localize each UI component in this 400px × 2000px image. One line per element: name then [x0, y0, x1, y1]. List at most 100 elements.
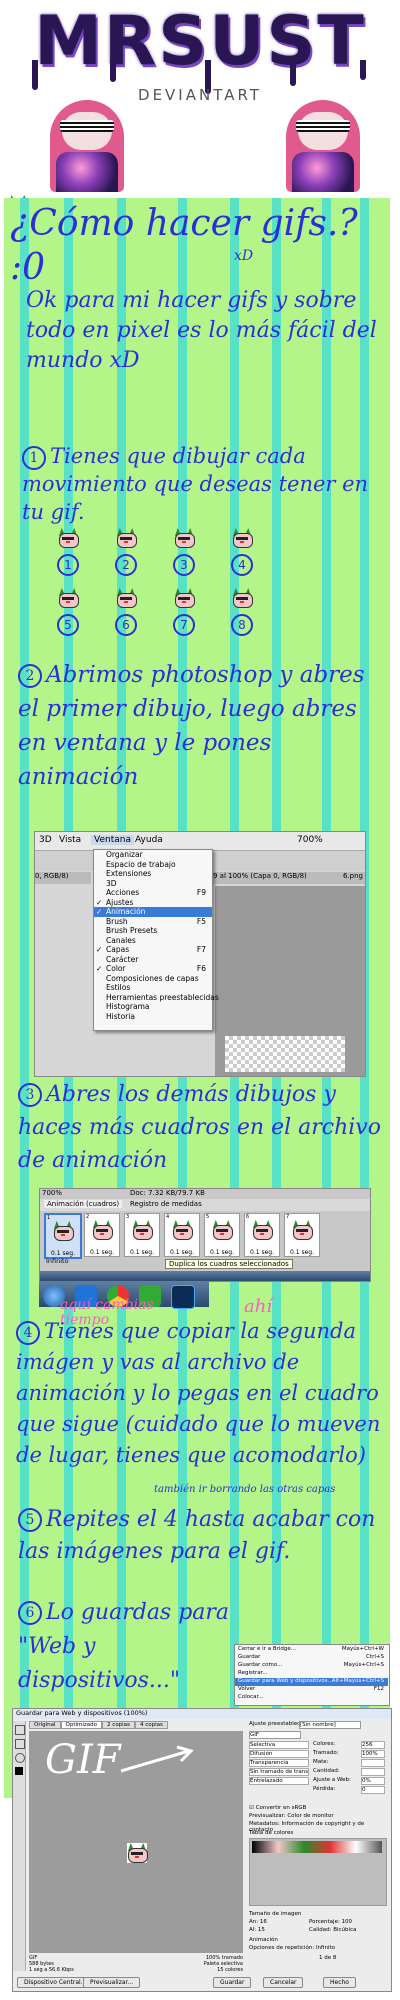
- cat-sprite-icon: [174, 588, 195, 608]
- file-menu-item[interactable]: Registrar...: [235, 1670, 388, 1678]
- tab-animacion[interactable]: Animación (cuadros): [44, 1200, 123, 1208]
- menu-3d[interactable]: 3D: [39, 835, 52, 845]
- menu-item[interactable]: Organizar: [94, 850, 212, 860]
- option-label: Pérdida:: [313, 1786, 336, 1792]
- preset-select[interactable]: [Sin nombre]: [299, 1721, 361, 1729]
- frame-number: 8: [231, 614, 253, 636]
- menu-item[interactable]: ✓ Color F6: [94, 964, 212, 974]
- animation-frame[interactable]: 2 0.1 seg.: [84, 1213, 120, 1257]
- dialog-button[interactable]: Dispositivo Central...: [17, 1977, 94, 1988]
- menu-item-label: Capas: [106, 945, 130, 954]
- file-menu-item[interactable]: Guardar como... Mayús+Ctrl+S: [235, 1662, 388, 1670]
- zoom-tool-icon[interactable]: [15, 1753, 25, 1763]
- animation-frame[interactable]: 3 0.1 seg.: [124, 1213, 160, 1257]
- frame-delay[interactable]: 0.1 seg.: [46, 1250, 80, 1257]
- option-input[interactable]: 100%: [361, 1750, 385, 1758]
- frame-delay[interactable]: 0.1 seg.: [125, 1249, 159, 1256]
- animation-frame[interactable]: 4 0.1 seg.: [164, 1213, 200, 1257]
- dialog-tab[interactable]: 2 copias: [102, 1721, 135, 1729]
- eyedropper-color-icon[interactable]: [15, 1767, 23, 1775]
- menu-item-label: Carácter: [106, 954, 139, 964]
- dialog-button[interactable]: Guardar: [213, 1977, 252, 1988]
- file-menu-item[interactable]: Guardar para Web y dispositivos... Alt+Ma…: [235, 1678, 388, 1686]
- doc-tab-right[interactable]: 9 al 100% (Capa 0, RGB/8) 6.png: [213, 872, 365, 884]
- width-row: An: 16: [249, 1919, 267, 1925]
- frame-delay[interactable]: 0.1 seg.: [285, 1249, 319, 1256]
- percent-input[interactable]: 100: [342, 1919, 353, 1925]
- hand-tool-icon[interactable]: [15, 1725, 25, 1735]
- menu-item[interactable]: Estilos: [94, 983, 212, 993]
- loop-select[interactable]: Infinito: [46, 1257, 69, 1265]
- option-input[interactable]: 0%: [361, 1777, 385, 1785]
- menu-item[interactable]: ✓ Animación: [94, 907, 212, 917]
- photoshop-icon[interactable]: [171, 1285, 195, 1309]
- option-input[interactable]: 256: [361, 1741, 385, 1749]
- menu-item[interactable]: ✓ Ajustes: [94, 898, 212, 908]
- frame-delay[interactable]: 0.1 seg.: [85, 1249, 119, 1256]
- option-select[interactable]: Sin tramado de transp...: [249, 1768, 309, 1776]
- option-label: Cantidad:: [313, 1768, 340, 1774]
- menu-item[interactable]: Brush F5: [94, 917, 212, 927]
- tooltip: Duplica los cuadros seleccionados: [165, 1259, 293, 1269]
- menu-item-label: Ajustes: [106, 897, 134, 907]
- tab-registro[interactable]: Registro de medidas: [130, 1200, 202, 1208]
- dialog-button[interactable]: Hecho: [323, 1977, 356, 1988]
- frame-delay[interactable]: 0.1 seg.: [165, 1249, 199, 1256]
- option-select[interactable]: Selectiva: [249, 1741, 309, 1749]
- convert-srgb-checkbox[interactable]: ☑ Convertir en sRGB: [249, 1805, 306, 1811]
- menu-item[interactable]: Histograma: [94, 1002, 212, 1012]
- animation-frame[interactable]: 7 0.1 seg.: [284, 1213, 320, 1257]
- frame-index: 6: [246, 1214, 250, 1220]
- menu-item[interactable]: Canales: [94, 936, 212, 946]
- animation-panel-screenshot: 700% Doc: 7.32 KB/79.7 KB Animación (cua…: [39, 1188, 371, 1282]
- option-select[interactable]: Transparencia: [249, 1759, 309, 1767]
- menu-item[interactable]: Espacio de trabajo: [94, 860, 212, 870]
- preview-row: Previsualizar: Color de monitor: [249, 1813, 334, 1819]
- menu-vista[interactable]: Vista: [59, 835, 81, 845]
- dialog-tab[interactable]: Original: [29, 1721, 61, 1729]
- menu-ayuda[interactable]: Ayuda: [135, 835, 163, 845]
- menu-item[interactable]: Acciones F9: [94, 888, 212, 898]
- height-input[interactable]: 15: [258, 1927, 265, 1933]
- animation-label: Animación: [249, 1937, 278, 1943]
- frame-delay[interactable]: 0.1 seg.: [245, 1249, 279, 1256]
- preview-select[interactable]: Color de monitor: [287, 1813, 333, 1819]
- shortcut: Mayús+Ctrl+S: [343, 1662, 384, 1668]
- dialog-button[interactable]: Cancelar: [263, 1977, 304, 1988]
- animation-frame[interactable]: 1 0.1 seg.: [44, 1213, 82, 1259]
- option-select[interactable]: Entrelazado: [249, 1777, 309, 1785]
- file-menu-item[interactable]: Volver F12: [235, 1686, 388, 1694]
- loop-select[interactable]: Infinito: [316, 1945, 335, 1951]
- menu-item[interactable]: Historia: [94, 1012, 212, 1022]
- menu-item[interactable]: 3D: [94, 879, 212, 889]
- animation-frame[interactable]: 5 0.1 seg.: [204, 1213, 240, 1257]
- dialog-tab[interactable]: Optimizado: [60, 1721, 103, 1729]
- menu-item[interactable]: Composiciones de capas: [94, 974, 212, 984]
- frame-delay[interactable]: 0.1 seg.: [205, 1249, 239, 1256]
- paint-drip: [32, 60, 38, 90]
- zoom-level[interactable]: 700%: [297, 835, 323, 845]
- file-menu-item[interactable]: Cerrar e ir a Bridge... Mayús+Ctrl+W: [235, 1646, 388, 1654]
- quality-select[interactable]: Bicúbica: [333, 1927, 356, 1933]
- file-menu-item[interactable]: Colocar...: [235, 1694, 388, 1702]
- option-input[interactable]: [361, 1759, 385, 1767]
- option-input[interactable]: 0: [361, 1786, 385, 1794]
- menu-item[interactable]: Extensiones: [94, 869, 212, 879]
- file-menu-item[interactable]: Guardar Ctrl+S: [235, 1654, 388, 1662]
- doc-tab-left[interactable]: 0, RGB/8): [35, 872, 91, 884]
- format-select[interactable]: GIF: [249, 1731, 301, 1739]
- menu-ventana[interactable]: Ventana: [91, 835, 134, 845]
- menu-item[interactable]: Carácter: [94, 955, 212, 965]
- menu-item[interactable]: Brush Presets: [94, 926, 212, 936]
- dialog-tab[interactable]: 4 copias: [134, 1721, 168, 1729]
- cat-sprite-icon: [58, 588, 79, 608]
- slice-tool-icon[interactable]: [15, 1739, 25, 1749]
- dialog-button[interactable]: Previsualizar...: [83, 1977, 141, 1988]
- option-select[interactable]: Difusión: [249, 1750, 309, 1758]
- animation-frame[interactable]: 6 0.1 seg.: [244, 1213, 280, 1257]
- color-table[interactable]: [249, 1838, 387, 1906]
- menu-item[interactable]: ✓ Capas F7: [94, 945, 212, 955]
- width-input[interactable]: 16: [260, 1919, 267, 1925]
- option-input[interactable]: [361, 1768, 385, 1776]
- menu-item[interactable]: Herramientas preestablecidas: [94, 993, 219, 1003]
